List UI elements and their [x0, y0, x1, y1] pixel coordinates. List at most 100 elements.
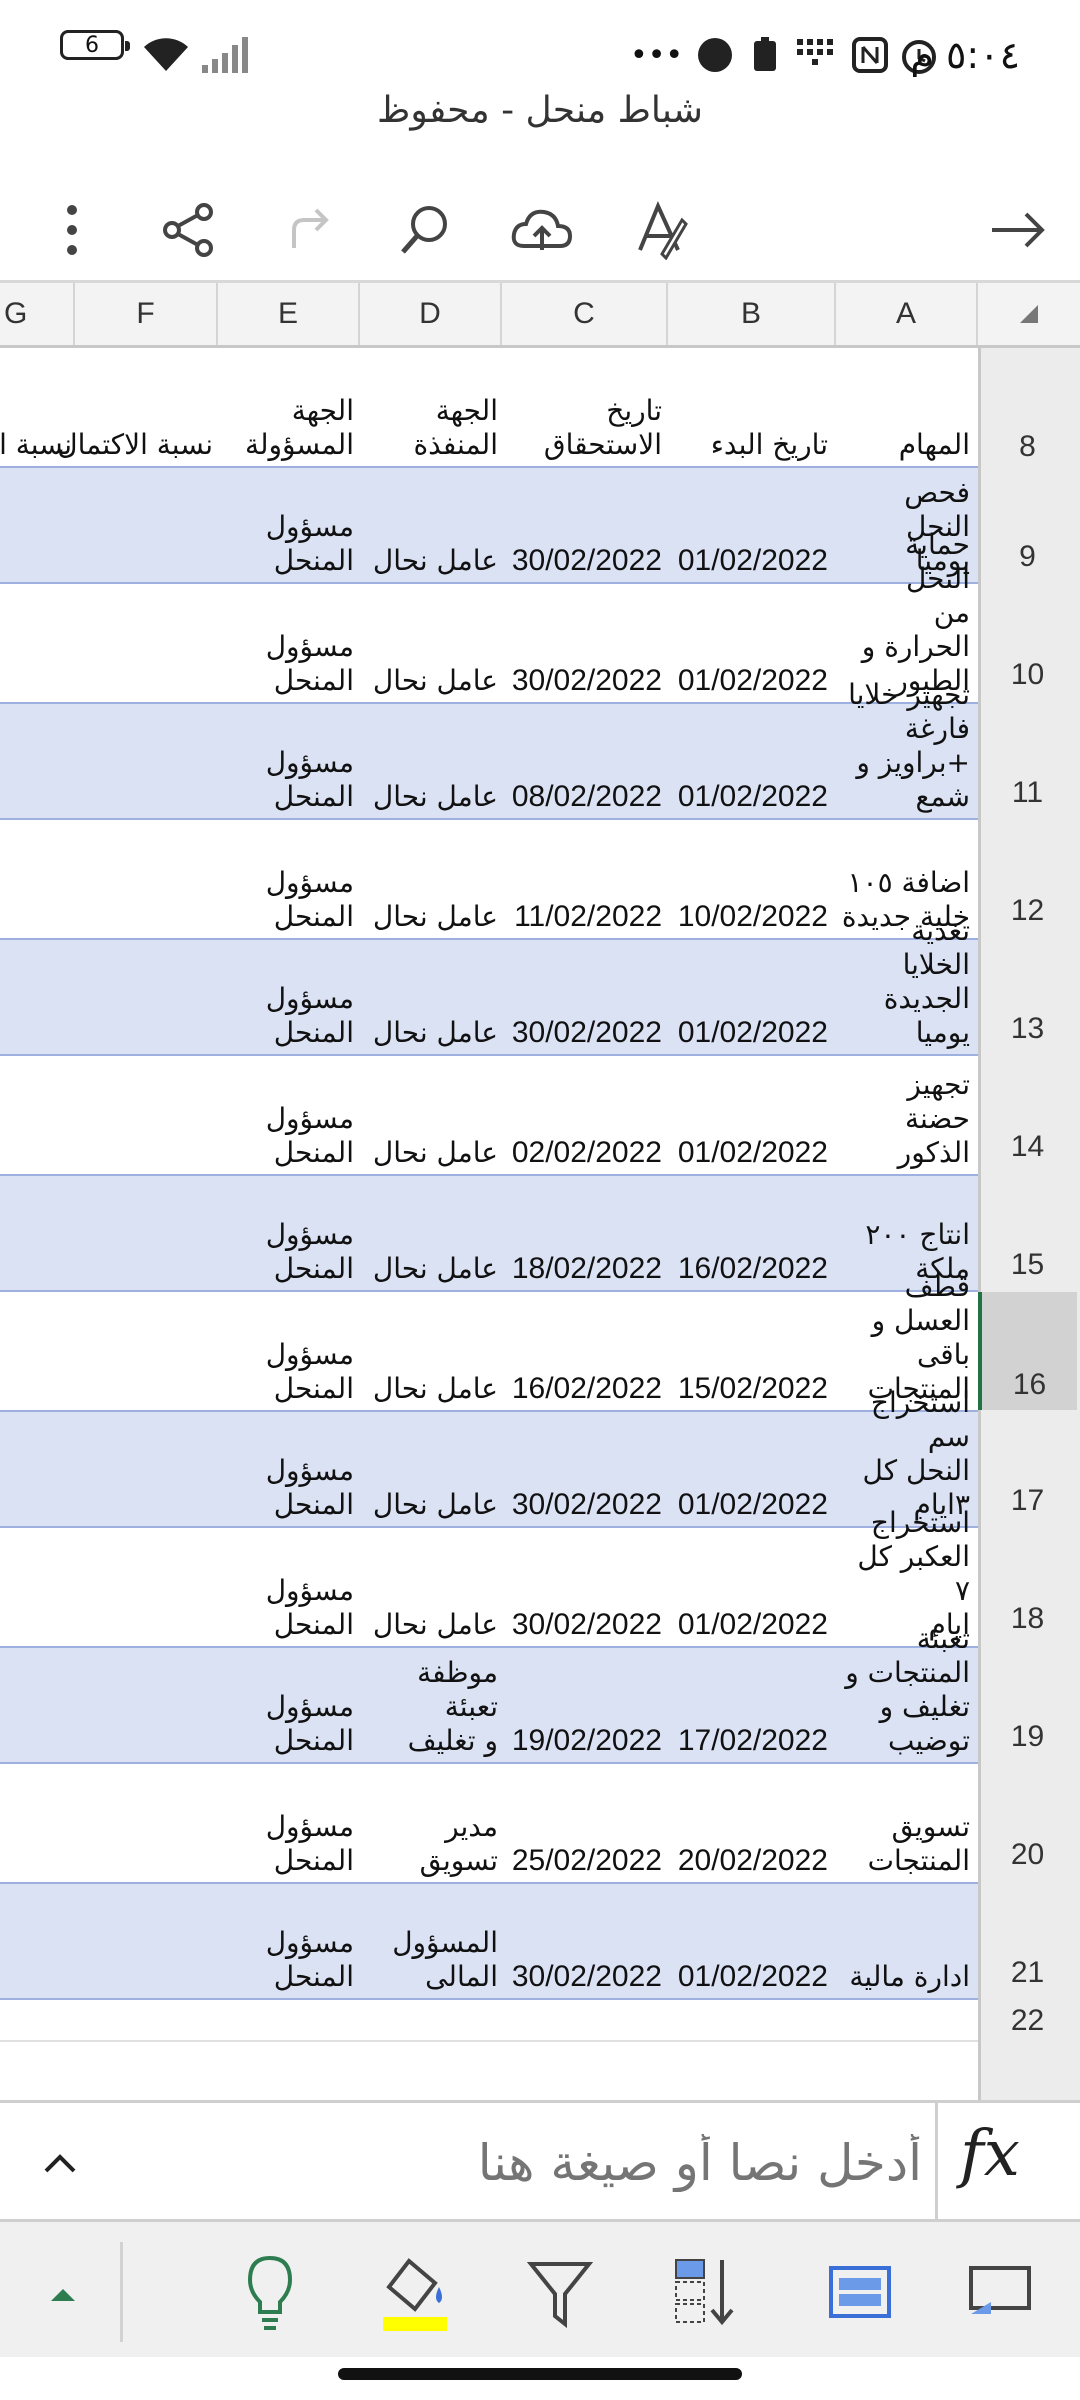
cell-due-date[interactable]: 08/02/2022: [502, 780, 662, 814]
cell-task[interactable]: استخراج سم النحل كل ٣ايام: [840, 1386, 978, 1522]
cell-task[interactable]: تعبئة المنتجات و تغليف و توضيب: [840, 1622, 978, 1758]
cell-responsible[interactable]: مسؤول المنحل: [218, 1926, 354, 1994]
cell-executor[interactable]: عامل نحال: [360, 1016, 498, 1050]
cell-due-date[interactable]: 11/02/2022: [502, 900, 662, 934]
cell-start-date[interactable]: 01/02/2022: [668, 780, 828, 814]
cell-executor[interactable]: عامل نحال: [360, 900, 498, 934]
sort-icon[interactable]: [660, 2247, 750, 2337]
forward-arrow-icon[interactable]: [978, 190, 1058, 270]
document-title[interactable]: شباط منحل - محفوظ: [0, 90, 1080, 131]
expand-up-icon[interactable]: [30, 2133, 90, 2193]
cell-executor[interactable]: عامل نحال: [360, 1252, 498, 1286]
column-header-c[interactable]: C: [502, 283, 668, 345]
header-remaining[interactable]: نسبة المه: [0, 428, 72, 462]
cell-task[interactable]: تجهيز حضنة الذكور: [840, 1068, 978, 1170]
table-row[interactable]: تجهيز خلايا فارغة +براويز و شمع 01/02/202…: [0, 678, 978, 820]
home-indicator[interactable]: [338, 2368, 742, 2380]
table-row[interactable]: تغذية الخلايا الجديدة يوميا 01/02/2022 30/…: [0, 914, 978, 1056]
formula-input[interactable]: [120, 2117, 924, 2209]
table-row[interactable]: اضافة ١٠٥ خلية جديدة 10/02/2022 11/02/2022…: [0, 820, 978, 938]
cell-start-date[interactable]: 01/02/2022: [668, 1016, 828, 1050]
row-number-18[interactable]: 18: [978, 1602, 1077, 1636]
cell-start-date[interactable]: 01/02/2022: [668, 1136, 828, 1170]
cell-due-date[interactable]: 02/02/2022: [502, 1136, 662, 1170]
cell-executor[interactable]: عامل نحال: [360, 780, 498, 814]
cell-responsible[interactable]: مسؤول المنحل: [218, 866, 354, 934]
cell-executor[interactable]: عامل نحال: [360, 1488, 498, 1522]
column-header-f[interactable]: F: [75, 283, 218, 345]
search-icon[interactable]: [385, 190, 465, 270]
cell-responsible[interactable]: مسؤول المنحل: [218, 1454, 354, 1522]
column-header-b[interactable]: B: [668, 283, 836, 345]
header-responsible[interactable]: الجهة المسؤولة: [218, 394, 354, 462]
freeze-panes-icon[interactable]: [815, 2247, 905, 2337]
table-row[interactable]: قطف العسل و باقى المنتجات 15/02/2022 16/02…: [0, 1270, 978, 1410]
table-row[interactable]: استخراج العكبر كل ٧ ايام 01/02/2022 30/02/…: [0, 1506, 978, 1646]
cell-executor[interactable]: مدير تسويق: [360, 1810, 498, 1878]
cell-task[interactable]: تسويق المنتجات: [840, 1810, 978, 1878]
cell-responsible[interactable]: مسؤول المنحل: [218, 1810, 354, 1878]
redo-icon[interactable]: [268, 190, 348, 270]
select-all-button[interactable]: [978, 283, 1080, 345]
header-completion[interactable]: نسبة الاكتمال: [57, 428, 213, 462]
column-header-g[interactable]: G: [0, 283, 75, 345]
table-row[interactable]: فحص النحل يوميا 01/02/2022 30/02/2022 عامل …: [0, 466, 978, 584]
cell-start-date[interactable]: 01/02/2022: [668, 1960, 828, 1994]
cell-due-date[interactable]: 30/02/2022: [502, 544, 662, 578]
cell-executor[interactable]: موظفة تعبئة و تغليف: [360, 1656, 498, 1758]
row-number-14[interactable]: 14: [978, 1130, 1077, 1164]
header-start[interactable]: تاريخ البدء: [668, 428, 828, 462]
header-executor[interactable]: الجهة المنفذة: [360, 394, 498, 462]
cell-responsible[interactable]: مسؤول المنحل: [218, 1574, 354, 1642]
cell-start-date[interactable]: 01/02/2022: [668, 1488, 828, 1522]
cell-due-date[interactable]: 30/02/2022: [502, 1488, 662, 1522]
cell-due-date[interactable]: 25/02/2022: [502, 1844, 662, 1878]
cell-start-date[interactable]: 01/02/2022: [668, 544, 828, 578]
row-number-10[interactable]: 10: [978, 658, 1077, 692]
row-number-16[interactable]: 16: [978, 1292, 1077, 1410]
cell-due-date[interactable]: 16/02/2022: [502, 1372, 662, 1406]
row-number-8[interactable]: 8: [978, 430, 1077, 464]
cell-executor[interactable]: عامل نحال: [360, 1608, 498, 1642]
cell-start-date[interactable]: 01/02/2022: [668, 664, 828, 698]
cell-task[interactable]: تغذية الخلايا الجديدة يوميا: [840, 914, 978, 1050]
table-row[interactable]: تسويق المنتجات 20/02/2022 25/02/2022 مدير ت…: [0, 1764, 978, 1882]
cell-task[interactable]: ادارة مالية: [840, 1960, 978, 1994]
header-task[interactable]: المهام: [840, 428, 978, 462]
cell-start-date[interactable]: 16/02/2022: [668, 1252, 828, 1286]
row-number-11[interactable]: 11: [978, 776, 1077, 810]
comment-icon[interactable]: [955, 2247, 1045, 2337]
cell-due-date[interactable]: 30/02/2022: [502, 1960, 662, 1994]
cell-due-date[interactable]: 30/02/2022: [502, 664, 662, 698]
cell-responsible[interactable]: مسؤول المنحل: [218, 746, 354, 814]
table-row[interactable]: استخراج سم النحل كل ٣ايام 01/02/2022 30/02…: [0, 1386, 978, 1528]
draw-icon[interactable]: [620, 190, 700, 270]
more-icon[interactable]: [32, 190, 112, 270]
table-row[interactable]: تجهيز حضنة الذكور 01/02/2022 02/02/2022 عام…: [0, 1056, 978, 1174]
cell-responsible[interactable]: مسؤول المنحل: [218, 630, 354, 698]
cell-responsible[interactable]: مسؤول المنحل: [218, 1690, 354, 1758]
cell-task[interactable]: حماية النحل من الحرارة و الطيور: [840, 528, 978, 698]
cell-responsible[interactable]: مسؤول المنحل: [218, 1218, 354, 1286]
row-number-9[interactable]: 9: [978, 540, 1077, 574]
ideas-icon[interactable]: [225, 2247, 315, 2337]
cell-due-date[interactable]: 19/02/2022: [502, 1724, 662, 1758]
cell-start-date[interactable]: 01/02/2022: [668, 1608, 828, 1642]
expand-up-icon[interactable]: [18, 2247, 108, 2337]
cell-start-date[interactable]: 15/02/2022: [668, 1372, 828, 1406]
table-row[interactable]: ادارة مالية 01/02/2022 30/02/2022 المسؤول ا…: [0, 1882, 978, 2000]
row-number-22[interactable]: 22: [978, 2004, 1077, 2038]
header-due[interactable]: تاريخ الاستحقاق: [502, 394, 662, 462]
row-number-20[interactable]: 20: [978, 1838, 1077, 1872]
cloud-upload-icon[interactable]: [502, 190, 582, 270]
cell-due-date[interactable]: 18/02/2022: [502, 1252, 662, 1286]
row-number-13[interactable]: 13: [978, 1012, 1077, 1046]
cell-due-date[interactable]: 30/02/2022: [502, 1608, 662, 1642]
row-number-15[interactable]: 15: [978, 1248, 1077, 1282]
cell-executor[interactable]: عامل نحال: [360, 544, 498, 578]
cell-responsible[interactable]: مسؤول المنحل: [218, 1102, 354, 1170]
cell-task[interactable]: تجهيز خلايا فارغة +براويز و شمع: [840, 678, 978, 814]
column-header-d[interactable]: D: [360, 283, 502, 345]
row-number-19[interactable]: 19: [978, 1720, 1077, 1754]
cell-executor[interactable]: عامل نحال: [360, 1372, 498, 1406]
